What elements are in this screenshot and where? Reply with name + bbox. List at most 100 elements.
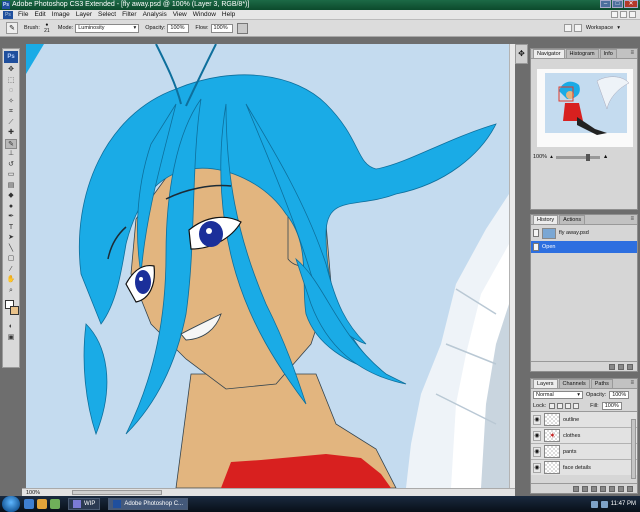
lasso-tool-icon[interactable]: ◌ xyxy=(5,86,17,97)
tab-history[interactable]: History xyxy=(533,215,559,224)
menu-view[interactable]: View xyxy=(170,10,190,20)
zoom-out-icon[interactable]: ▴ xyxy=(550,154,553,160)
messenger-icon[interactable] xyxy=(50,499,60,509)
start-button[interactable] xyxy=(2,496,20,512)
eye-icon[interactable]: ◉ xyxy=(533,446,541,457)
layer-row[interactable]: ◉ face details xyxy=(531,460,637,475)
eye-icon[interactable]: ◉ xyxy=(533,414,541,425)
document-canvas[interactable] xyxy=(26,44,509,488)
navigator-zoom-value[interactable]: 100% xyxy=(533,154,547,160)
pen-tool-icon[interactable]: ✒ xyxy=(5,212,17,223)
shape-tool-icon[interactable]: ╲ xyxy=(5,244,17,255)
tab-navigator[interactable]: Navigator xyxy=(533,49,565,58)
navigator-zoom-slider[interactable] xyxy=(555,153,600,161)
gradient-tool-icon[interactable]: ▤ xyxy=(5,181,17,192)
quick-mask-icon[interactable]: ◐ xyxy=(5,322,17,333)
history-brush-source-icon[interactable] xyxy=(533,229,539,237)
panel-well-icon-1[interactable] xyxy=(563,24,572,32)
menu-analysis[interactable]: Analysis xyxy=(140,10,170,20)
airbrush-toggle-icon[interactable] xyxy=(236,22,248,34)
taskbar-item[interactable]: Adobe Photoshop C... xyxy=(108,498,189,510)
lock-all-icon[interactable] xyxy=(573,402,580,409)
menu-edit[interactable]: Edit xyxy=(31,10,48,20)
new-document-from-state-icon[interactable] xyxy=(609,364,615,370)
background-color-swatch[interactable] xyxy=(10,306,19,315)
flow-field[interactable]: 100% xyxy=(210,23,233,33)
fill-field[interactable]: 100% xyxy=(601,401,622,410)
hand-tool-icon[interactable]: ✋ xyxy=(5,275,17,286)
menu-help[interactable]: Help xyxy=(219,10,238,20)
eraser-tool-icon[interactable]: ▭ xyxy=(5,170,17,181)
add-mask-icon[interactable] xyxy=(591,486,597,492)
browser-icon[interactable] xyxy=(37,499,47,509)
type-tool-icon[interactable]: T xyxy=(5,223,17,234)
tab-actions[interactable]: Actions xyxy=(559,215,586,224)
eye-icon[interactable]: ◉ xyxy=(533,430,541,441)
layers-scrollbar[interactable] xyxy=(631,419,636,479)
layer-row[interactable]: ◉ pants xyxy=(531,444,637,460)
volume-icon[interactable] xyxy=(600,500,608,508)
network-icon[interactable] xyxy=(590,500,598,508)
doc-close-button[interactable] xyxy=(629,11,636,18)
panel-menu-icon[interactable]: ≡ xyxy=(630,49,634,58)
tab-info[interactable]: Info xyxy=(599,49,617,58)
layer-row[interactable]: ◉ outline xyxy=(531,412,637,428)
show-desktop-icon[interactable] xyxy=(24,499,34,509)
opacity-field[interactable]: 100% xyxy=(167,23,190,33)
link-layers-icon[interactable] xyxy=(573,486,579,492)
slice-tool-icon[interactable]: ⟋ xyxy=(5,118,17,129)
menu-filter[interactable]: Filter xyxy=(119,10,139,20)
close-button[interactable]: ✕ xyxy=(624,0,638,8)
doc-restore-button[interactable] xyxy=(620,11,627,18)
new-layer-icon[interactable] xyxy=(618,486,624,492)
lock-position-icon[interactable] xyxy=(565,402,572,409)
delete-layer-icon[interactable] xyxy=(627,486,633,492)
status-zoom[interactable]: 100% xyxy=(22,490,52,496)
notes-tool-icon[interactable]: ▢ xyxy=(5,254,17,265)
tab-paths[interactable]: Paths xyxy=(590,379,613,388)
new-snapshot-icon[interactable] xyxy=(618,364,624,370)
history-state[interactable]: Open xyxy=(531,241,637,253)
move-tool-icon[interactable]: ✥ xyxy=(5,65,17,76)
new-group-icon[interactable] xyxy=(609,486,615,492)
doc-minimize-button[interactable] xyxy=(611,11,618,18)
mode-select[interactable]: Luminosity ▾ xyxy=(75,23,140,33)
collapsed-panel-strip[interactable]: ✥ xyxy=(515,44,528,64)
menu-window[interactable]: Window xyxy=(190,10,219,20)
eyedropper-tool-icon[interactable]: ⁄ xyxy=(5,265,17,276)
blur-tool-icon[interactable]: ◆ xyxy=(5,191,17,202)
brush-tool-icon[interactable]: ✎ xyxy=(5,138,17,149)
canvas-horizontal-scrollbar[interactable] xyxy=(72,490,162,495)
lock-pixels-icon[interactable] xyxy=(557,402,564,409)
maximize-button[interactable]: □ xyxy=(612,0,623,8)
menu-layer[interactable]: Layer xyxy=(73,10,95,20)
taskbar-item[interactable]: WIP xyxy=(68,498,101,510)
eye-icon[interactable]: ◉ xyxy=(533,462,541,473)
zoom-in-icon[interactable]: ▲ xyxy=(603,154,608,160)
layer-opacity-field[interactable]: 100% xyxy=(609,390,630,399)
history-brush-tool-icon[interactable]: ↺ xyxy=(5,160,17,171)
marquee-tool-icon[interactable]: ⬚ xyxy=(5,76,17,87)
magic-wand-tool-icon[interactable]: ✧ xyxy=(5,97,17,108)
menu-image[interactable]: Image xyxy=(49,10,73,20)
brush-tool-preset-icon[interactable]: ✎ xyxy=(6,22,18,34)
layer-style-icon[interactable] xyxy=(582,486,588,492)
screen-mode-icon[interactable]: ▣ xyxy=(5,333,17,344)
workspace-menu[interactable]: Workspace xyxy=(586,25,613,31)
path-selection-tool-icon[interactable]: ➤ xyxy=(5,233,17,244)
history-snapshot[interactable]: fly away.psd xyxy=(531,225,637,241)
navigator-thumbnail[interactable] xyxy=(537,69,633,147)
panel-menu-icon[interactable]: ≡ xyxy=(630,215,634,224)
delete-state-icon[interactable] xyxy=(627,364,633,370)
clock[interactable]: 11:47 PM xyxy=(611,501,636,507)
lock-transparency-icon[interactable] xyxy=(549,402,556,409)
panel-menu-icon[interactable]: ≡ xyxy=(630,379,634,388)
crop-tool-icon[interactable]: ⌗ xyxy=(5,107,17,118)
brush-picker[interactable]: ● 21 xyxy=(42,22,52,34)
tab-layers[interactable]: Layers xyxy=(533,379,558,388)
tab-histogram[interactable]: Histogram xyxy=(565,49,599,58)
panel-well-icon-2[interactable] xyxy=(573,24,582,32)
blend-mode-select[interactable]: Normal ▾ xyxy=(533,390,583,399)
zoom-tool-icon[interactable]: ⌕ xyxy=(5,286,17,297)
menu-select[interactable]: Select xyxy=(95,10,119,20)
